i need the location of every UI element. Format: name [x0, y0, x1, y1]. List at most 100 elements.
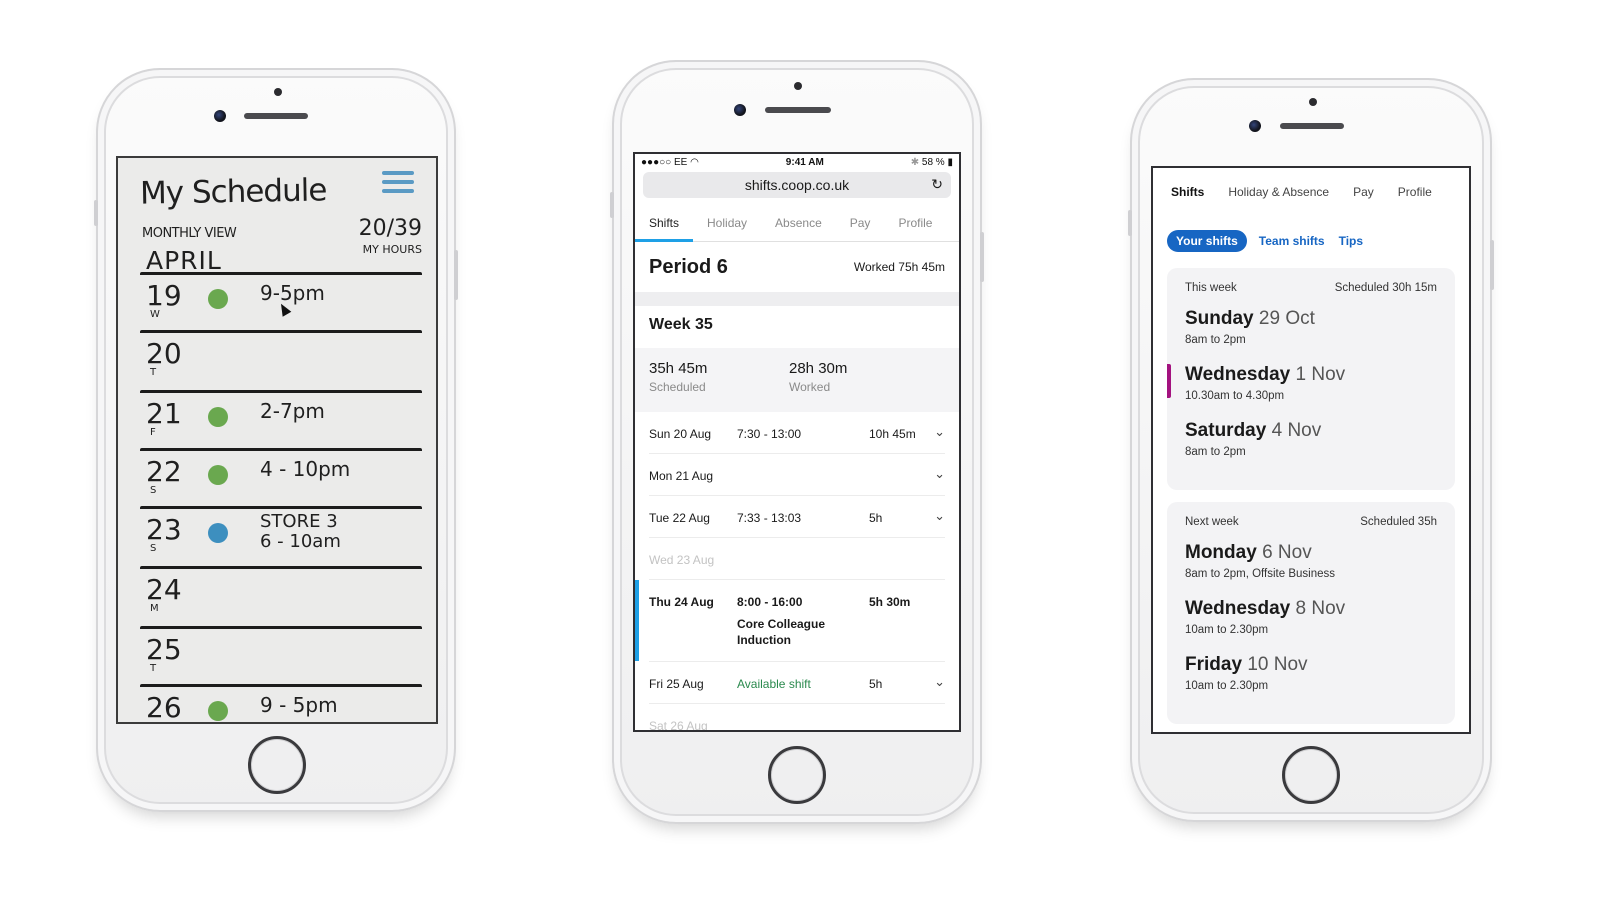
day-date: Sat 26 Aug: [649, 719, 708, 732]
day-row[interactable]: Sat 26 Aug: [649, 704, 945, 732]
shift-day: Wednesday 8 Nov: [1185, 598, 1437, 620]
weekday-letter: S: [150, 485, 157, 496]
shift-time: 10am to 2.30pm: [1185, 680, 1269, 692]
this-week-card: This week Scheduled 30h 15m Sunday 29 Oc…: [1167, 268, 1455, 490]
day-date: Fri 25 Aug: [649, 677, 704, 691]
tab-profile[interactable]: Profile: [884, 206, 946, 241]
proximity-sensor: [274, 88, 282, 96]
available-shift-link[interactable]: Available shift: [737, 677, 811, 691]
home-button[interactable]: [1282, 746, 1340, 804]
shift-item[interactable]: Sunday 29 Oct 8am to 2pm: [1185, 308, 1437, 346]
schedule-row[interactable]: 23 S STORE 3 6 - 10am: [140, 506, 422, 564]
worked-label: Worked: [789, 380, 831, 394]
clock: 9:41 AM: [785, 156, 824, 168]
battery-icon: ▮: [947, 156, 953, 168]
weekday-letter: F: [150, 427, 156, 438]
schedule-row[interactable]: 26 9 - 5pm: [140, 684, 422, 722]
tab-pay[interactable]: Pay: [836, 206, 885, 241]
day-number: 25: [146, 633, 182, 666]
proximity-sensor: [794, 82, 802, 90]
home-button[interactable]: [248, 736, 306, 794]
shift-weekday: Wednesday: [1185, 598, 1291, 619]
chevron-down-icon[interactable]: ⌄: [934, 466, 945, 482]
hamburger-menu-icon[interactable]: [382, 166, 414, 198]
tab-pay[interactable]: Pay: [1341, 185, 1386, 199]
scheduled-label: Scheduled: [649, 380, 706, 394]
schedule-row[interactable]: 21 F 2-7pm: [140, 390, 422, 448]
shift-dot-icon: [208, 407, 228, 427]
shift-date: 6 Nov: [1262, 542, 1312, 563]
tab-shifts[interactable]: Shifts: [1159, 185, 1216, 199]
shift-weekday: Monday: [1185, 542, 1257, 563]
home-button[interactable]: [768, 746, 826, 804]
shift-item[interactable]: Wednesday 8 Nov 10am to 2.30pm: [1185, 598, 1437, 636]
front-camera-icon: [214, 110, 226, 122]
weekday-letter: T: [150, 663, 157, 674]
shift-time: 4 - 10pm: [260, 457, 351, 481]
schedule-row[interactable]: 22 S 4 - 10pm: [140, 448, 422, 506]
shift-day: Friday 10 Nov: [1185, 654, 1437, 676]
day-date: Tue 22 Aug: [649, 511, 710, 525]
carrier-signal: ●●●○○ EE ◠: [641, 156, 699, 168]
shift-time: 7:33 - 13:03: [737, 511, 802, 525]
period-header: Period 6 Worked 75h 45m: [635, 242, 959, 306]
tab-shifts[interactable]: Shifts: [635, 206, 694, 242]
day-row[interactable]: Thu 24 Aug 8:00 - 16:00 5h 30m Core Colleag…: [635, 580, 945, 662]
tab-holiday-absence[interactable]: Holiday & Absence: [1216, 185, 1341, 199]
shift-dot-icon: [208, 465, 228, 485]
wifi-icon: ◠: [690, 156, 699, 168]
shift-weekday: Saturday: [1185, 420, 1267, 441]
shift-time: 8am to 2pm, Offsite Business: [1185, 568, 1335, 580]
day-row[interactable]: Wed 23 Aug: [649, 538, 945, 580]
power-button: [980, 232, 984, 282]
subtab-tips[interactable]: Tips: [1337, 234, 1365, 248]
day-row[interactable]: Mon 21 Aug ⌄: [649, 454, 945, 496]
chevron-down-icon[interactable]: ⌄: [934, 508, 945, 524]
day-number: 24: [146, 573, 182, 606]
period-worked: Worked 75h 45m: [853, 260, 945, 274]
url-text: shifts.coop.co.uk: [744, 177, 850, 193]
shift-item[interactable]: Friday 10 Nov 10am to 2.30pm: [1185, 654, 1437, 692]
subtab-team-shifts[interactable]: Team shifts: [1257, 234, 1327, 248]
day-number: 19: [146, 279, 182, 312]
reload-icon[interactable]: ↻: [931, 176, 943, 193]
hours-label: MY HOURS: [362, 243, 422, 256]
schedule-row[interactable]: 19 W 9-5pm: [140, 272, 422, 330]
day-row[interactable]: Sun 20 Aug 7:30 - 13:00 10h 45m ⌄: [649, 412, 945, 454]
mute-switch: [1128, 210, 1132, 236]
tab-absence[interactable]: Absence: [761, 206, 836, 241]
battery-status: ✱ 58 % ▮: [910, 156, 953, 168]
store-dot-icon: [208, 523, 228, 543]
shift-day: Sunday 29 Oct: [1185, 308, 1437, 330]
shift-item[interactable]: Monday 6 Nov 8am to 2pm, Offsite Business: [1185, 542, 1437, 580]
chevron-down-icon[interactable]: ⌄: [934, 674, 945, 690]
power-button: [454, 250, 458, 300]
day-number: 23: [146, 513, 182, 546]
schedule-row[interactable]: 25 T: [140, 626, 422, 684]
bluetooth-icon: ✱: [910, 156, 920, 168]
weekday-letter: W: [150, 309, 160, 320]
day-row[interactable]: Fri 25 Aug Available shift 5h ⌄: [649, 662, 945, 704]
hours-summary: 20/39 MY HOURS: [359, 216, 422, 256]
schedule-row[interactable]: 20 T: [140, 330, 422, 388]
tab-holiday[interactable]: Holiday: [693, 206, 761, 241]
chevron-down-icon[interactable]: ⌄: [934, 424, 945, 440]
shift-date: 1 Nov: [1295, 364, 1346, 385]
sub-tabs: Your shifts Team shifts Tips: [1153, 216, 1469, 262]
shift-time: 10am to 2.30pm: [1185, 624, 1269, 636]
weekday-letter: T: [150, 367, 157, 378]
day-list: Sun 20 Aug 7:30 - 13:00 10h 45m ⌄ Mon 21 Aug…: [635, 412, 959, 732]
tab-profile[interactable]: Profile: [1386, 185, 1444, 199]
subtab-your-shifts[interactable]: Your shifts: [1167, 230, 1247, 252]
front-camera-icon: [1249, 120, 1261, 132]
status-bar: ●●●○○ EE ◠ 9:41 AM ✱ 58 % ▮: [635, 154, 959, 170]
shift-weekday: Friday: [1185, 654, 1243, 675]
address-bar[interactable]: shifts.coop.co.uk ↻: [643, 172, 951, 198]
schedule-row[interactable]: 24 M: [140, 566, 422, 624]
shift-duration: 5h 30m: [869, 595, 911, 609]
shift-item[interactable]: Wednesday 1 Nov 10.30am to 4.30pm: [1167, 364, 1437, 402]
shift-day: Monday 6 Nov: [1185, 542, 1437, 564]
scheduled-value: 35h 45m: [649, 360, 708, 377]
day-row[interactable]: Tue 22 Aug 7:33 - 13:03 5h ⌄: [649, 496, 945, 538]
shift-item[interactable]: Saturday 4 Nov 8am to 2pm: [1185, 420, 1437, 458]
